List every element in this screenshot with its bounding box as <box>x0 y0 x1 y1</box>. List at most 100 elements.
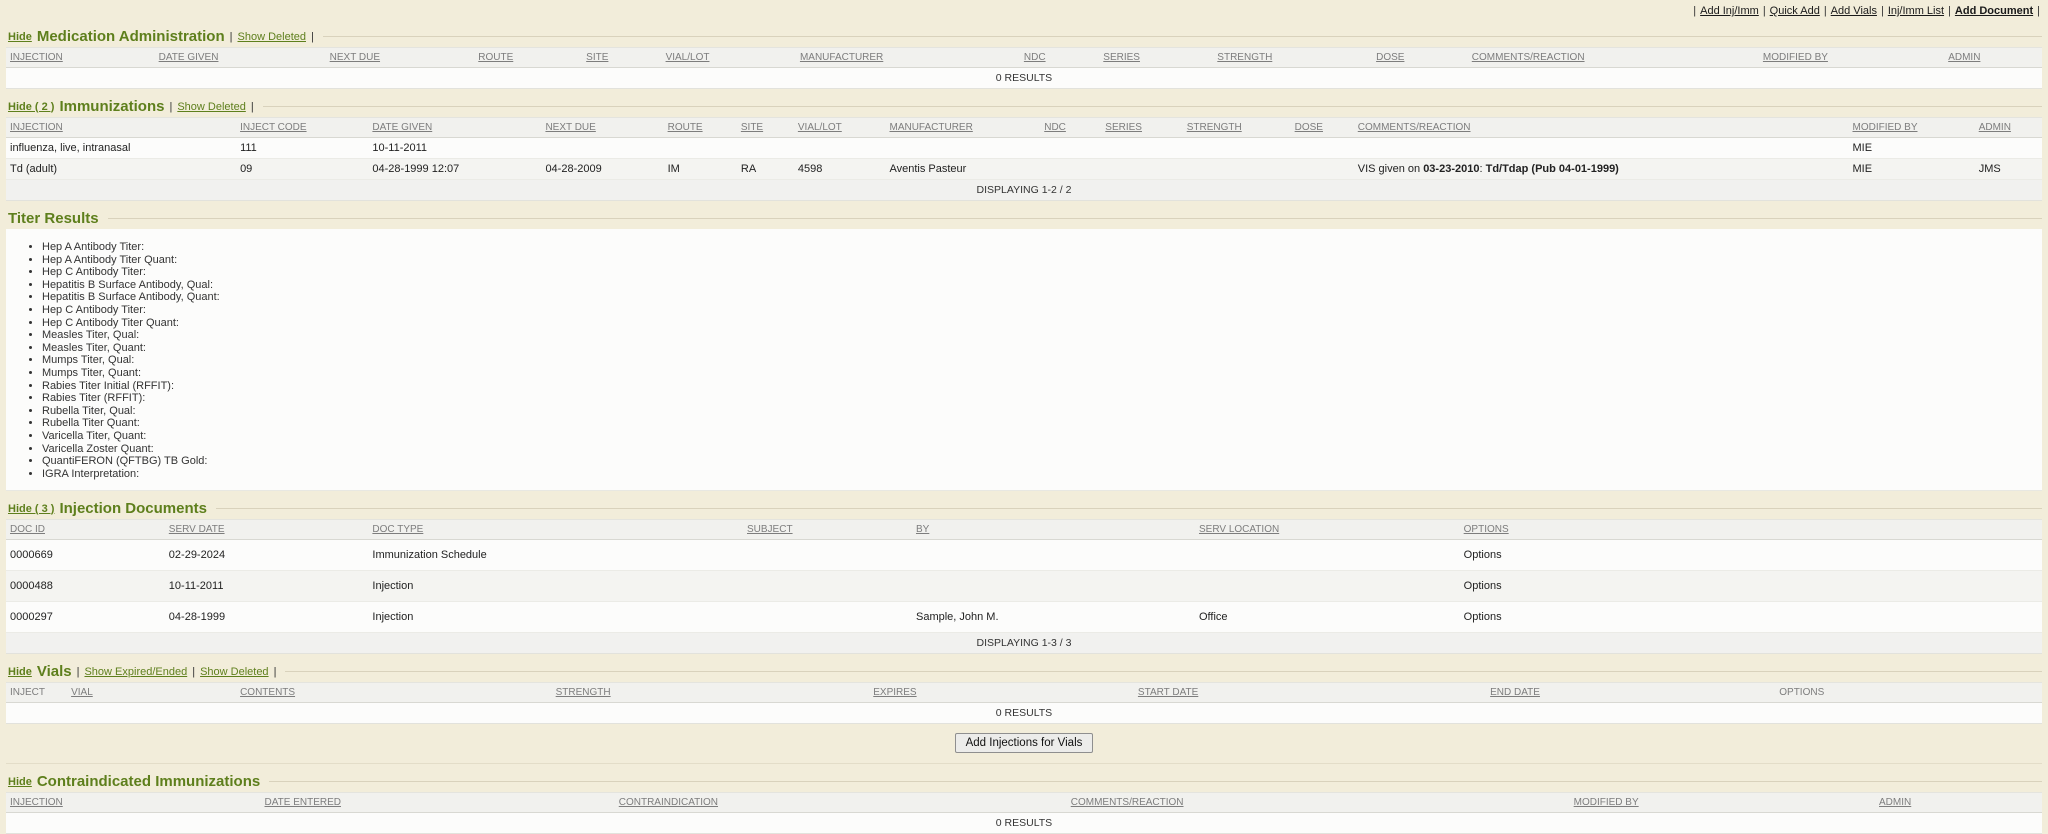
table-cell: Injection <box>368 571 743 602</box>
column-header-ndc[interactable]: NDC <box>1024 52 1046 63</box>
options-link[interactable]: Options <box>1464 580 1502 592</box>
show-expired-ended-link[interactable]: Show Expired/Ended <box>84 666 187 678</box>
show-deleted-medication-link[interactable]: Show Deleted <box>238 31 307 43</box>
table-cell: 0000297 <box>6 602 165 633</box>
column-header-route[interactable]: ROUTE <box>478 52 513 63</box>
cell-text: IM <box>668 163 680 175</box>
column-header-comments-reaction[interactable]: COMMENTS/REACTION <box>1071 797 1184 808</box>
column-header-doc-id[interactable]: DOC ID <box>10 524 45 535</box>
list-item: Mumps Titer, Qual: <box>42 354 2042 367</box>
cell-text: 10-11-2011 <box>372 142 427 154</box>
column-header-by[interactable]: BY <box>916 524 929 535</box>
table-footer-row: DISPLAYING 1-3 / 3 <box>6 633 2042 654</box>
show-deleted-vials-link[interactable]: Show Deleted <box>200 666 269 678</box>
table-cell: MIE <box>1848 159 1974 180</box>
list-item: Measles Titer, Quant: <box>42 342 2042 355</box>
column-header-series[interactable]: SERIES <box>1105 122 1142 133</box>
separator: | <box>1881 5 1884 17</box>
column-header-comments-reaction[interactable]: COMMENTS/REACTION <box>1472 52 1585 63</box>
hide-medication-link[interactable]: Hide <box>8 31 32 43</box>
column-header-vial-lot[interactable]: VIAL/LOT <box>798 122 842 133</box>
column-header-start-date[interactable]: START DATE <box>1138 687 1198 698</box>
add-injections-for-vials-button[interactable]: Add Injections for Vials <box>955 733 1094 753</box>
table-cell <box>1101 159 1182 180</box>
add-inj-imm-link[interactable]: Add Inj/Imm <box>1700 5 1759 17</box>
quick-add-link[interactable]: Quick Add <box>1770 5 1820 17</box>
column-header-inject-code[interactable]: INJECT CODE <box>240 122 307 133</box>
separator: | <box>230 31 233 43</box>
column-header-site[interactable]: SITE <box>741 122 763 133</box>
column-header-strength[interactable]: STRENGTH <box>1217 52 1272 63</box>
separator: | <box>311 31 314 43</box>
separator: | <box>2037 5 2040 17</box>
column-header-strength[interactable]: STRENGTH <box>1187 122 1242 133</box>
separator: | <box>169 101 172 113</box>
column-header-dose[interactable]: DOSE <box>1295 122 1323 133</box>
column-header-admin[interactable]: ADMIN <box>1979 122 2011 133</box>
column-header-injection[interactable]: INJECTION <box>10 52 63 63</box>
hide-injection-documents-link[interactable]: Hide ( 3 ) <box>8 503 54 515</box>
table-footer-row: 0 RESULTS <box>6 68 2042 89</box>
column-header-next-due[interactable]: NEXT DUE <box>330 52 380 63</box>
column-header-modified-by[interactable]: MODIFIED BY <box>1574 797 1639 808</box>
table-cell: IM <box>664 159 737 180</box>
add-document-link[interactable]: Add Document <box>1955 5 2033 17</box>
options-link[interactable]: Options <box>1464 611 1502 623</box>
column-header-serv-location[interactable]: SERV LOCATION <box>1199 524 1279 535</box>
column-header-route[interactable]: ROUTE <box>668 122 703 133</box>
section-header-medication-administration: Hide Medication Administration | Show De… <box>8 28 2042 45</box>
cell-text: 111 <box>240 142 257 154</box>
divider <box>108 218 2042 219</box>
column-header-contents[interactable]: CONTENTS <box>240 687 295 698</box>
column-header-vial-lot[interactable]: VIAL/LOT <box>666 52 710 63</box>
column-header-end-date[interactable]: END DATE <box>1490 687 1540 698</box>
column-header-manufacturer[interactable]: MANUFACTURER <box>800 52 883 63</box>
options-link[interactable]: Options <box>1464 549 1502 561</box>
column-header-subject[interactable]: SUBJECT <box>747 524 793 535</box>
column-header-modified-by[interactable]: MODIFIED BY <box>1763 52 1828 63</box>
inj-imm-list-link[interactable]: Inj/Imm List <box>1888 5 1944 17</box>
divider <box>285 671 2042 672</box>
vials-section-title: Vials <box>37 663 72 680</box>
immunizations-table: INJECTION INJECT CODE DATE GIVEN NEXT DUE RO… <box>6 117 2042 201</box>
show-deleted-immunizations-link[interactable]: Show Deleted <box>177 101 246 113</box>
hide-vials-link[interactable]: Hide <box>8 666 32 678</box>
column-header-expires[interactable]: EXPIRES <box>873 687 916 698</box>
cell-text: Sample, John M. <box>916 611 999 623</box>
column-header-injection[interactable]: INJECTION <box>10 122 63 133</box>
table-cell: Immunization Schedule <box>368 540 743 571</box>
table-footer-row: 0 RESULTS <box>6 813 2042 834</box>
add-vials-link[interactable]: Add Vials <box>1831 5 1877 17</box>
column-header-strength[interactable]: STRENGTH <box>556 687 611 698</box>
column-header-serv-date[interactable]: SERV DATE <box>169 524 225 535</box>
table-cell: Options <box>1460 602 2042 633</box>
column-header-doc-type[interactable]: DOC TYPE <box>372 524 423 535</box>
column-header-admin[interactable]: ADMIN <box>1948 52 1980 63</box>
column-header-vial[interactable]: VIAL <box>71 687 93 698</box>
table-header-row: DOC ID SERV DATE DOC TYPE SUBJECT BY SERV LOC… <box>6 520 2042 540</box>
table-cell <box>1195 571 1460 602</box>
table-footer: 0 RESULTS <box>6 813 2042 834</box>
column-header-options[interactable]: OPTIONS <box>1464 524 1509 535</box>
table-cell <box>1040 159 1101 180</box>
column-header-contraindication[interactable]: CONTRAINDICATION <box>619 797 718 808</box>
column-header-modified-by[interactable]: MODIFIED BY <box>1852 122 1917 133</box>
column-header-comments-reaction[interactable]: COMMENTS/REACTION <box>1358 122 1471 133</box>
table-row: 000029704-28-1999InjectionSample, John M… <box>6 602 2042 633</box>
column-header-next-due[interactable]: NEXT DUE <box>545 122 595 133</box>
column-header-dose[interactable]: DOSE <box>1376 52 1404 63</box>
column-header-date-given[interactable]: DATE GIVEN <box>159 52 219 63</box>
column-header-site[interactable]: SITE <box>586 52 608 63</box>
column-header-admin[interactable]: ADMIN <box>1879 797 1911 808</box>
column-header-ndc[interactable]: NDC <box>1044 122 1066 133</box>
medication-administration-table: INJECTION DATE GIVEN NEXT DUE ROUTE SITE VIAL… <box>6 47 2042 89</box>
top-action-bar: | Add Inj/Imm | Quick Add | Add Vials | … <box>6 0 2042 19</box>
column-header-date-entered[interactable]: DATE ENTERED <box>265 797 342 808</box>
hide-immunizations-link[interactable]: Hide ( 2 ) <box>8 101 54 113</box>
column-header-injection[interactable]: INJECTION <box>10 797 63 808</box>
list-item: Rabies Titer (RFFIT): <box>42 392 2042 405</box>
column-header-date-given[interactable]: DATE GIVEN <box>372 122 432 133</box>
column-header-series[interactable]: SERIES <box>1103 52 1140 63</box>
table-cell: 10-11-2011 <box>165 571 369 602</box>
column-header-manufacturer[interactable]: MANUFACTURER <box>889 122 972 133</box>
